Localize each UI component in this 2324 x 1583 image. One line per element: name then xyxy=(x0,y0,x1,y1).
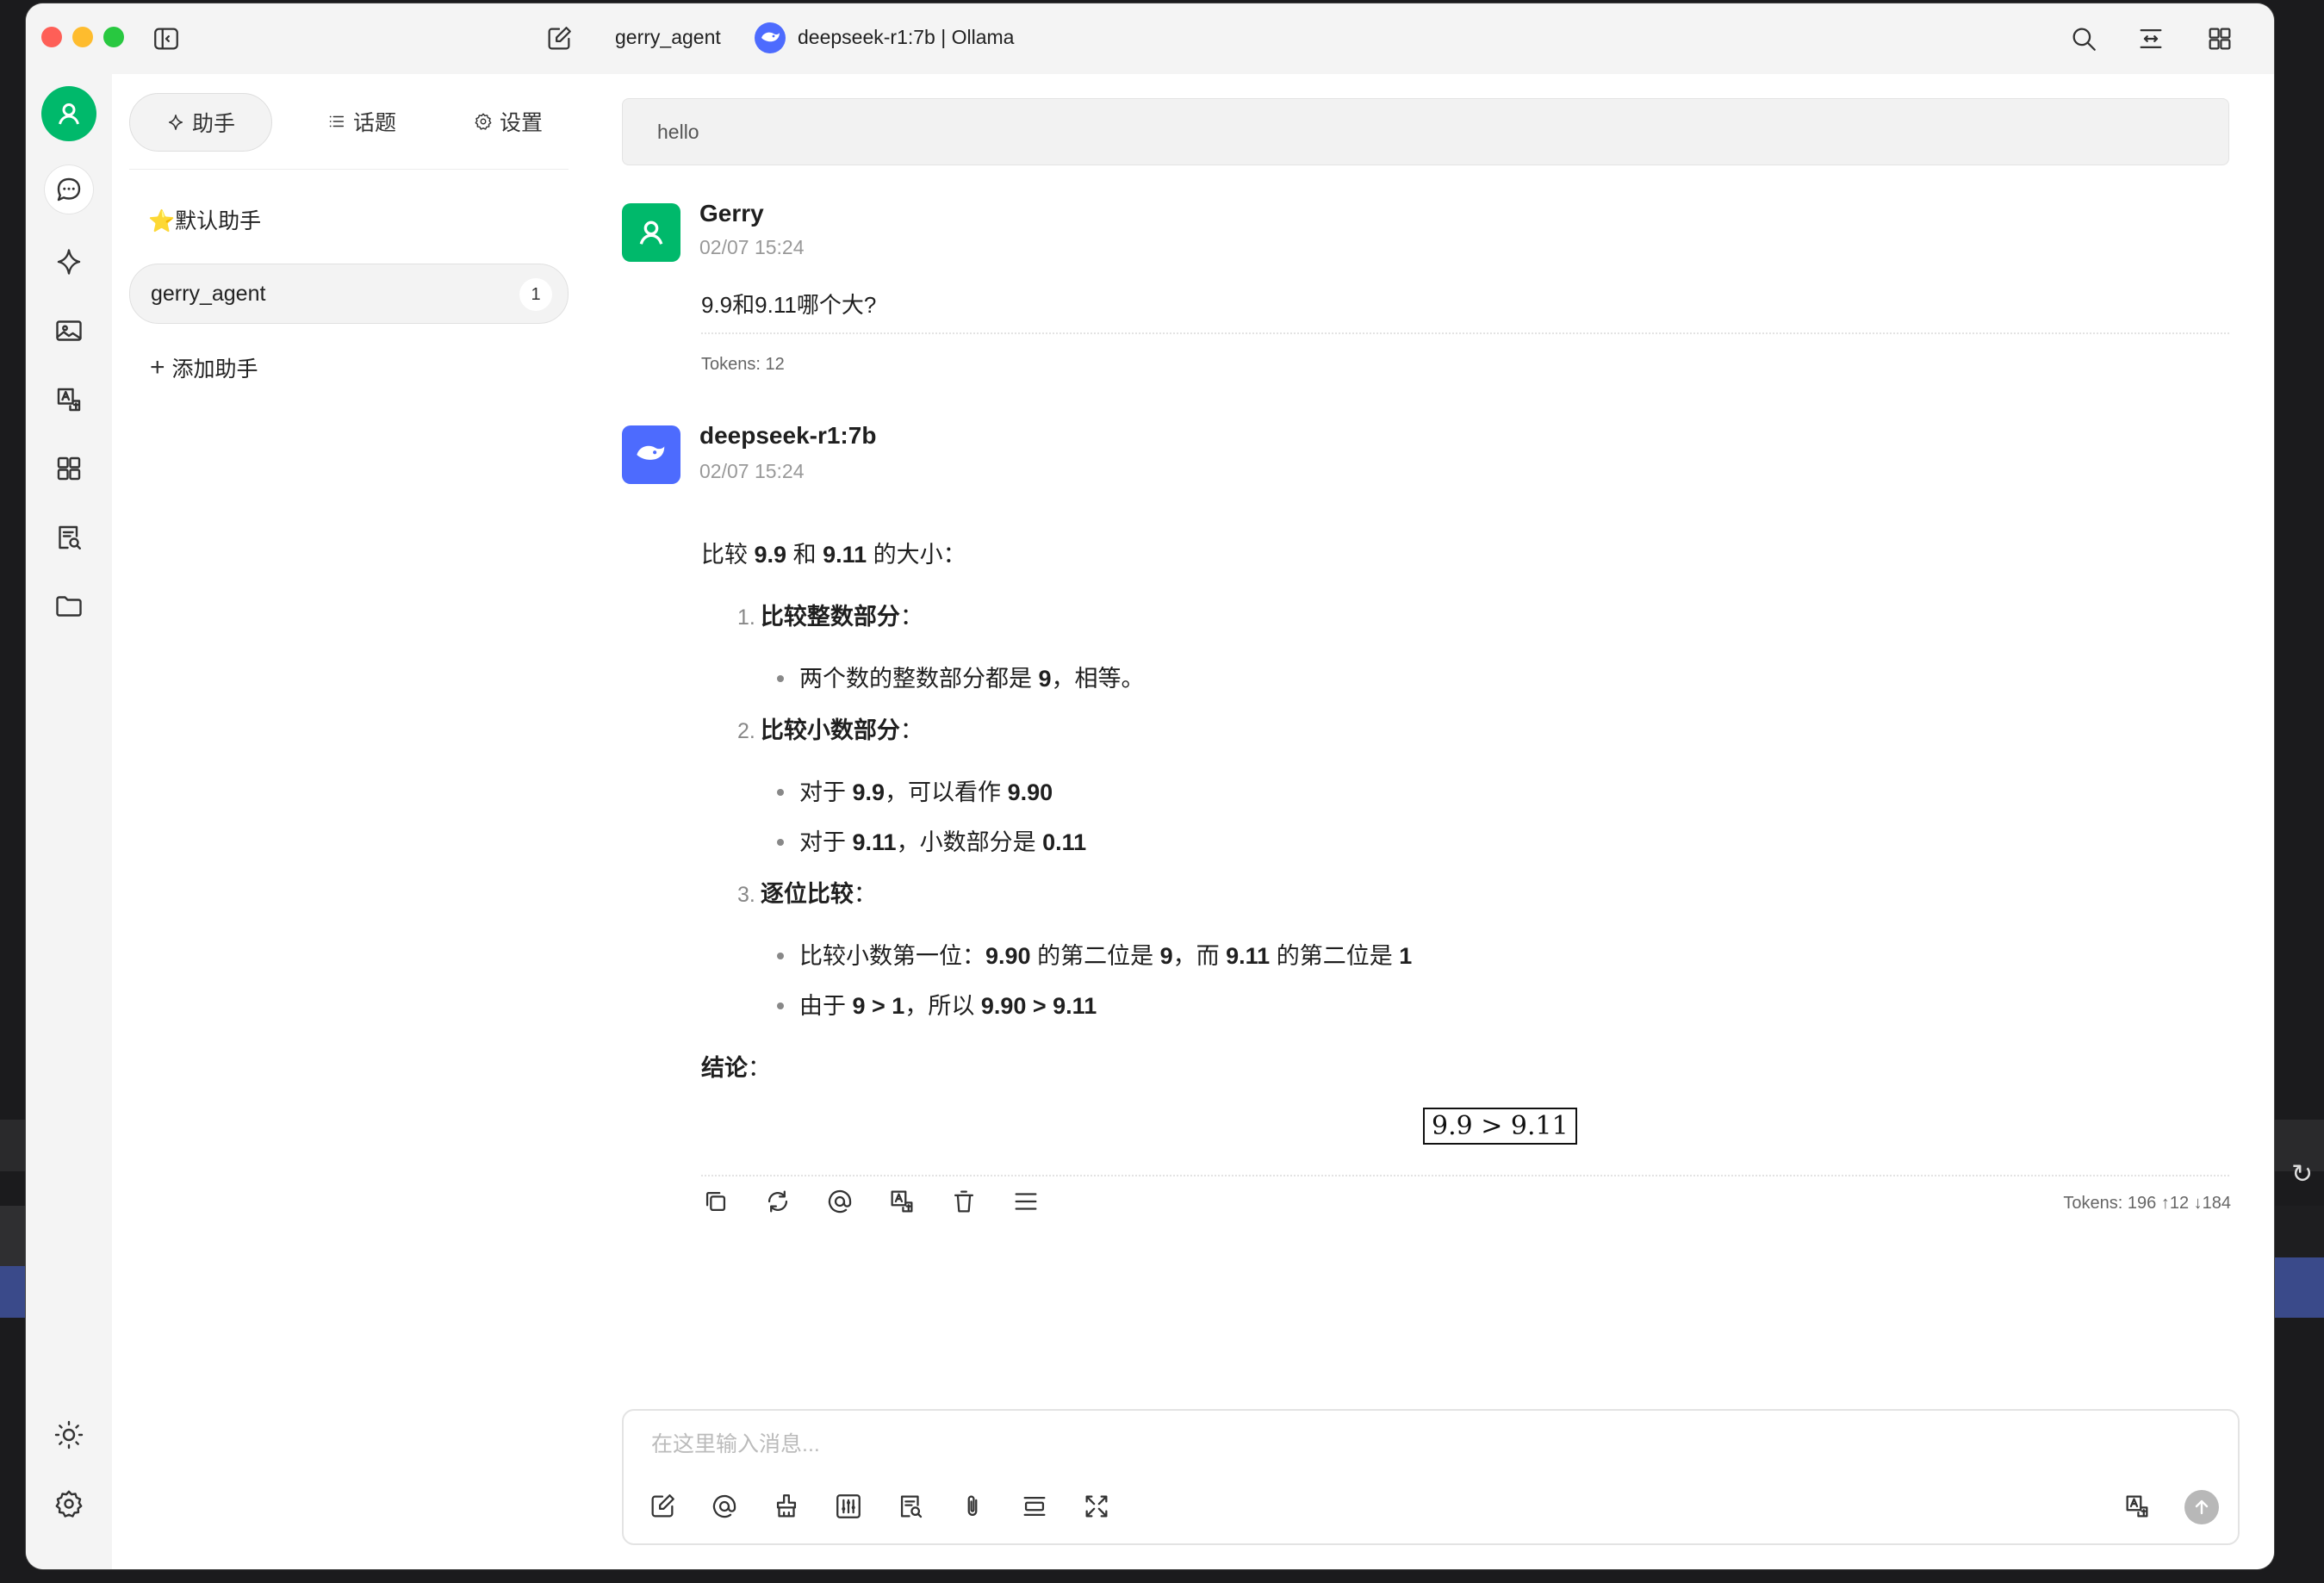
sparkle-icon xyxy=(166,113,185,132)
conclusion-heading: 结论： xyxy=(701,1055,771,1081)
tab-topics[interactable]: 话题 xyxy=(301,93,422,150)
tab-settings[interactable]: 设置 xyxy=(448,93,569,150)
message-composer xyxy=(622,1409,2240,1545)
divider xyxy=(129,169,569,170)
translate-icon[interactable] xyxy=(45,376,93,424)
expand-width-icon[interactable] xyxy=(2136,24,2166,53)
topic-message: hello xyxy=(622,98,2229,165)
clear-brush-icon[interactable] xyxy=(772,1492,805,1524)
deepseek-logo-icon xyxy=(622,425,680,484)
settings-sliders-icon[interactable] xyxy=(834,1492,867,1524)
assistant-label: gerry_agent xyxy=(151,281,266,306)
context-divider-icon[interactable] xyxy=(1020,1492,1053,1524)
assistant-label: ⭐️默认助手 xyxy=(148,209,262,233)
assistant-message-time: 02/07 15:24 xyxy=(699,460,805,482)
answer-intro: 比较 9.9 和 9.11 的大小： xyxy=(701,542,966,568)
add-assistant-button[interactable]: + 添加助手 xyxy=(129,338,569,398)
folder-icon[interactable] xyxy=(45,582,93,630)
user-message-name: Gerry xyxy=(699,200,764,227)
list-icon xyxy=(327,112,346,131)
step-item: 2. 比较小数部分： xyxy=(737,717,923,743)
tab-assistants[interactable]: 助手 xyxy=(129,93,272,152)
add-assistant-label: 添加助手 xyxy=(171,357,258,382)
translate-icon[interactable] xyxy=(887,1187,922,1221)
user-message-tokens: Tokens: 12 xyxy=(701,355,785,374)
user-message-text: 9.9和9.11哪个大? xyxy=(701,292,877,318)
knowledge-base-icon[interactable] xyxy=(896,1492,929,1524)
background-app-strip xyxy=(0,1266,26,1318)
delete-icon[interactable] xyxy=(949,1187,984,1221)
background-app-strip xyxy=(0,1206,26,1266)
message-divider xyxy=(701,1175,2229,1176)
bullet-item: 比较小数第一位：9.90 的第二位是 9，而 9.11 的第二位是 1 xyxy=(777,937,1412,971)
bullet-item: 对于 9.11，小数部分是 0.11 xyxy=(777,823,1086,857)
zoom-window-button[interactable] xyxy=(103,27,124,47)
step-item: 3. 逐位比较： xyxy=(737,881,877,907)
assistant-message-name: deepseek-r1:7b xyxy=(699,422,877,449)
background-app-strip xyxy=(0,1120,26,1171)
icon-sidebar xyxy=(26,74,112,1569)
more-menu-icon[interactable] xyxy=(1011,1187,1046,1221)
mention-icon[interactable] xyxy=(825,1187,860,1221)
copy-icon[interactable] xyxy=(701,1187,736,1221)
theme-sun-icon[interactable] xyxy=(45,1411,93,1459)
bullet-item: 对于 9.9，可以看作 9.90 xyxy=(777,773,1053,807)
bullet-item: 两个数的整数部分都是 9，相等。 xyxy=(777,660,1145,693)
new-chat-icon[interactable] xyxy=(544,24,574,53)
toggle-sidebar-icon[interactable] xyxy=(152,24,181,53)
apps-grid-icon[interactable] xyxy=(45,444,93,493)
regenerate-icon[interactable] xyxy=(763,1187,798,1221)
layout-grid-icon[interactable] xyxy=(2205,24,2234,53)
message-divider xyxy=(701,332,2229,334)
topic-count-badge: 1 xyxy=(519,278,552,311)
user-message-avatar xyxy=(622,203,680,262)
panel-tabs: 助手 话题 设置 xyxy=(129,93,569,153)
boxed-formula: 9.9 > 9.11 xyxy=(1423,1108,1577,1145)
close-window-button[interactable] xyxy=(41,27,62,47)
model-selector[interactable]: deepseek-r1:7b | Ollama xyxy=(798,26,1014,49)
fullscreen-expand-icon[interactable] xyxy=(1082,1492,1115,1524)
user-avatar[interactable] xyxy=(41,86,96,141)
search-icon[interactable] xyxy=(2069,24,2098,53)
plus-icon: + xyxy=(150,353,165,382)
user-message-time: 02/07 15:24 xyxy=(699,236,805,258)
assistant-panel: 助手 话题 设置 ⭐️默认助手 gerry_agent 1 + 添加助手 xyxy=(112,74,587,1569)
image-generation-icon[interactable] xyxy=(45,307,93,355)
bullet-item: 由于 9 > 1，所以 9.90 > 9.11 xyxy=(777,987,1097,1021)
tab-label: 助手 xyxy=(191,112,235,136)
chat-area: hello Gerry 02/07 15:24 9.9和9.11哪个大? Tok… xyxy=(586,74,2274,1569)
deepseek-logo-icon xyxy=(755,22,786,53)
knowledge-base-icon[interactable] xyxy=(45,513,93,562)
arrow-up-icon xyxy=(2195,1499,2209,1515)
background-app-strip xyxy=(2274,1257,2324,1318)
sparkle-agents-icon[interactable] xyxy=(45,238,93,286)
step-item: 1. 比较整数部分： xyxy=(737,604,923,630)
agent-title: gerry_agent xyxy=(615,26,721,48)
send-button[interactable] xyxy=(2184,1490,2219,1524)
settings-gear-icon[interactable] xyxy=(45,1480,93,1528)
translate-icon[interactable] xyxy=(2122,1492,2155,1524)
new-topic-icon[interactable] xyxy=(648,1492,680,1524)
gear-icon xyxy=(474,112,493,131)
tab-label: 设置 xyxy=(499,111,543,135)
message-input[interactable] xyxy=(649,1426,2117,1462)
tab-label: 话题 xyxy=(352,111,396,135)
chat-icon[interactable] xyxy=(45,165,93,214)
attachment-icon[interactable] xyxy=(958,1492,991,1524)
title-bar: gerry_agent deepseek-r1:7b | Ollama xyxy=(26,3,2274,75)
mention-model-icon[interactable] xyxy=(710,1492,743,1524)
minimize-window-button[interactable] xyxy=(72,27,93,47)
assistant-item-default[interactable]: ⭐️默认助手 xyxy=(129,189,587,250)
assistant-item-gerry-agent[interactable]: gerry_agent 1 xyxy=(129,264,569,324)
background-reload-icon: ↻ xyxy=(2291,1160,2314,1189)
app-window: gerry_agent deepseek-r1:7b | Ollama 助手 话… xyxy=(26,3,2274,1569)
assistant-message-tokens: Tokens: 196 ↑12 ↓184 xyxy=(2063,1194,2231,1213)
